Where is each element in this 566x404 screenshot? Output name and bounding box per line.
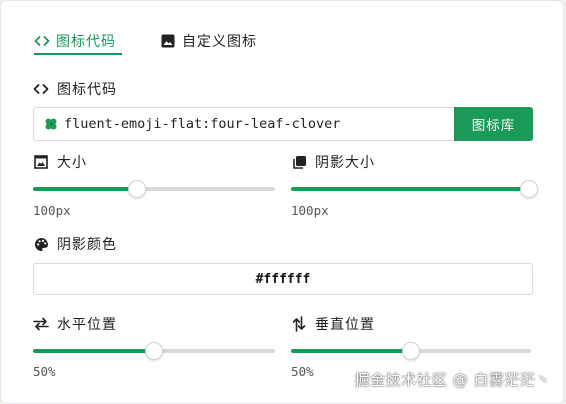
tab-bar: 图标代码 自定义图标 (34, 31, 257, 55)
shadow-size-label: 阴影大小 (291, 152, 375, 172)
code-icon (34, 33, 50, 49)
code-icon (33, 81, 49, 97)
icon-code-input[interactable]: fluent-emoji-flat:four-leaf-clover (33, 107, 454, 141)
slider-fill (33, 187, 138, 191)
tab-icon-code[interactable]: 图标代码 (34, 31, 122, 55)
shadow-color-input[interactable]: #ffffff (33, 263, 533, 295)
shadow-size-value: 100px (291, 203, 329, 218)
vertical-arrows-icon (291, 316, 307, 332)
size-slider[interactable] (33, 181, 275, 197)
label-text: 阴影颜色 (57, 237, 117, 253)
watermark-text: 掘金技术社区 @ 白雾茫茫丶 (354, 371, 551, 389)
tab-label: 图标代码 (56, 34, 116, 50)
palette-icon (33, 236, 49, 252)
slider-thumb[interactable] (129, 181, 146, 197)
label-text: 阴影大小 (315, 155, 375, 171)
size-value: 100px (33, 203, 71, 218)
label-text: 大小 (57, 155, 87, 171)
shadow-color-label: 阴影颜色 (33, 234, 117, 254)
horizontal-arrows-icon (33, 316, 49, 332)
slider-thumb[interactable] (403, 343, 419, 359)
slider-thumb[interactable] (146, 343, 162, 359)
slider-fill (291, 187, 529, 191)
icon-code-value: fluent-emoji-flat:four-leaf-clover (64, 116, 341, 132)
vertical-slider[interactable] (291, 343, 531, 359)
four-leaf-clover-icon (44, 117, 58, 131)
horizontal-slider[interactable] (33, 343, 275, 359)
copy-layers-icon (291, 154, 307, 170)
tab-label: 自定义图标 (182, 34, 257, 50)
horizontal-label: 水平位置 (33, 314, 117, 334)
size-label: 大小 (33, 152, 87, 172)
vertical-label: 垂直位置 (291, 314, 375, 334)
icon-code-row: fluent-emoji-flat:four-leaf-clover 图标库 (33, 107, 533, 141)
image-icon (160, 33, 176, 49)
horizontal-value: 50% (33, 364, 56, 379)
icon-code-label: 图标代码 (33, 79, 117, 99)
vertical-value: 50% (291, 364, 314, 379)
image-size-icon (33, 154, 49, 170)
label-text: 水平位置 (57, 317, 117, 333)
shadow-size-slider[interactable] (291, 181, 537, 197)
label-text: 垂直位置 (315, 317, 375, 333)
slider-fill (291, 349, 411, 353)
slider-fill (33, 349, 154, 353)
settings-card: 图标代码 自定义图标 图标代码 fluent-emoji-flat:four-l… (0, 0, 564, 404)
label-text: 图标代码 (57, 82, 117, 98)
tab-custom-icon[interactable]: 自定义图标 (160, 31, 257, 53)
icon-library-button[interactable]: 图标库 (454, 107, 533, 141)
slider-thumb[interactable] (520, 181, 537, 197)
